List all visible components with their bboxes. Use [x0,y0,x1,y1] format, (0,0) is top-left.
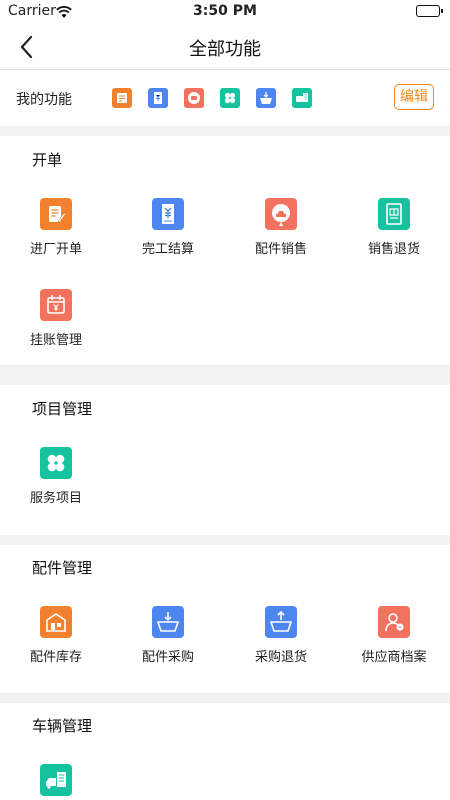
basket-out-icon [265,606,297,638]
function-label: 配件销售 [254,242,307,257]
function-label: 销售退货 [367,242,420,257]
function-label: 采购退货 [254,650,307,665]
section-project-management: 项目管理 服务项目 [0,385,450,535]
edit-button[interactable]: 编辑 [394,84,434,110]
orange-note-icon[interactable] [112,88,132,108]
function-label: 挂账管理 [29,333,82,348]
my-functions-bar: 我的功能 编辑 [0,70,450,126]
warehouse-icon [40,606,72,638]
function-label: 配件库存 [29,650,82,665]
function-item-settlement[interactable]: 完工结算 [112,198,224,270]
function-item-credit-management[interactable]: 挂账管理 [0,289,112,361]
parts-sale-icon [265,198,297,230]
section-title: 项目管理 [32,400,93,418]
clover-icon [40,447,72,479]
receipt-yen-icon [152,198,184,230]
supplier-profile-icon [378,606,410,638]
section-title: 开单 [32,151,63,169]
green-clover-icon[interactable] [220,88,240,108]
section-parts-management: 配件管理 配件库存 配件采购 采购退货 供应商档案 [0,545,450,693]
blue-basket-icon[interactable] [256,88,276,108]
function-label: 服务项目 [29,491,82,506]
function-label: 完工结算 [141,242,194,257]
red-parts-icon[interactable] [184,88,204,108]
basket-in-icon [152,606,184,638]
blue-receipt-icon[interactable] [148,88,168,108]
my-functions-label: 我的功能 [16,92,72,108]
function-item-parts-sales[interactable]: 配件销售 [225,198,337,270]
function-item-parts-inventory[interactable]: 配件库存 [0,606,112,678]
green-car-shop-icon[interactable] [292,88,312,108]
function-item-parts-purchase[interactable]: 配件采购 [112,606,224,678]
calendar-yen-icon [40,289,72,321]
return-doc-icon [378,198,410,230]
navigation-bar: 全部功能 [0,24,450,70]
function-item-vehicle-files[interactable] [0,764,112,800]
function-label: 供应商档案 [361,650,427,665]
section-title: 配件管理 [32,559,93,577]
function-item-purchase-return[interactable]: 采购退货 [225,606,337,678]
section-billing: 开单 进厂开单 完工结算 配件销售 销售退货 挂账管理 [0,136,450,365]
page-title: 全部功能 [189,39,261,60]
vehicle-file-icon [40,764,72,796]
section-vehicle-management: 车辆管理 [0,703,450,800]
battery-icon [416,5,443,17]
function-label: 配件采购 [141,650,194,665]
function-item-factory-order[interactable]: 进厂开单 [0,198,112,270]
section-title: 车辆管理 [32,717,93,735]
function-item-service-items[interactable]: 服务项目 [0,447,112,519]
function-item-supplier-profile[interactable]: 供应商档案 [338,606,450,678]
pencil-note-icon [40,198,72,230]
function-item-sales-return[interactable]: 销售退货 [338,198,450,270]
function-label: 进厂开单 [29,242,82,257]
status-bar: Carrier 3:50 PM [0,0,450,24]
clock: 3:50 PM [193,3,257,19]
